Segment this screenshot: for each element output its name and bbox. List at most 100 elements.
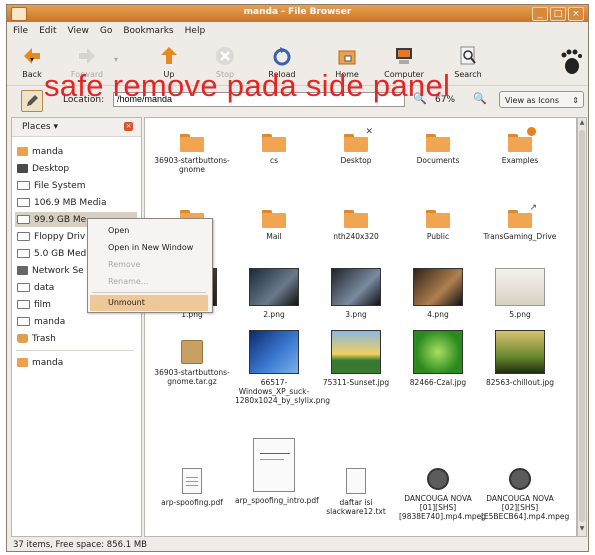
menu-item-open-new-window[interactable]: Open in New Window [90, 240, 208, 256]
sidebar-item-desktop[interactable]: Desktop [17, 161, 69, 176]
menu-go[interactable]: Go [100, 26, 112, 36]
file-icon-view[interactable]: 36903-startbuttons-gnome cs ✕ Desktop Do… [144, 117, 577, 537]
file-item[interactable]: Documents [399, 134, 477, 165]
file-item[interactable]: daftar isi slackware12.txt [317, 468, 395, 516]
scroll-down-arrow-icon[interactable]: ▼ [578, 525, 586, 535]
sidebar-item-manda[interactable]: manda [17, 144, 63, 159]
drive-icon [17, 215, 30, 224]
sidebar-item-106mb-media[interactable]: 106.9 MB Media [17, 195, 106, 210]
file-name: DANCOUGA NOVA [01][SHS][9838E740].mp4.mp… [399, 494, 487, 521]
menu-item-rename[interactable]: Rename... [90, 274, 208, 290]
image-thumbnail [249, 268, 299, 306]
file-item[interactable]: arp_spoofing_intro.pdf [235, 438, 319, 505]
file-item[interactable]: cs [235, 134, 313, 165]
sidebar-item-label: File System [34, 180, 86, 191]
vertical-scrollbar[interactable]: ▲ ▼ [577, 117, 587, 537]
pdf-file-icon [253, 438, 295, 492]
file-item[interactable]: DANCOUGA NOVA [02][SHS][E5BECB64].mp4.mp… [481, 468, 569, 521]
places-sidebar: Places ▾ × manda Desktop File System 106… [11, 117, 142, 537]
menu-file[interactable]: File [13, 26, 28, 36]
drive-icon [17, 283, 30, 292]
menu-item-label: Open [108, 226, 130, 235]
file-item[interactable]: ✕ Desktop [317, 128, 395, 166]
file-item[interactable]: 2.png [235, 268, 313, 319]
file-item[interactable]: nth240x320 [317, 210, 395, 241]
close-sidebar-icon[interactable]: × [124, 122, 133, 131]
view-mode-value: View as Icons [505, 96, 560, 105]
sidebar-item-network[interactable]: Network Se [17, 263, 84, 278]
file-item[interactable]: Public [399, 210, 477, 241]
up-arrow-icon [161, 47, 177, 64]
sidebar-item-trash[interactable]: Trash [17, 331, 56, 346]
video-file-icon [427, 468, 449, 490]
file-name: 75311-Sunset.jpg [322, 378, 390, 387]
title-bar[interactable]: manda - File Browser _ □ × [7, 5, 588, 22]
image-thumbnail [413, 268, 463, 306]
file-item[interactable]: Mail [235, 210, 313, 241]
file-item[interactable]: ↗ TransGaming_Drive [481, 204, 559, 242]
folder-icon [17, 147, 28, 156]
image-thumbnail [331, 268, 381, 306]
sidebar-item-label: manda [32, 146, 64, 157]
sidebar-item-label: 106.9 MB Media [34, 197, 107, 208]
forward-history-dropdown[interactable]: ▾ [111, 55, 121, 64]
drive-icon [17, 317, 30, 326]
floppy-icon [17, 232, 30, 241]
minimize-button[interactable]: _ [532, 7, 548, 21]
file-item[interactable]: 75311-Sunset.jpg [317, 330, 395, 387]
file-item[interactable]: 82563-chillout.jpg [481, 330, 559, 387]
file-item[interactable]: DANCOUGA NOVA [01][SHS][9838E740].mp4.mp… [399, 468, 486, 521]
sidebar-item-5gb-media[interactable]: 5.0 GB Med [17, 246, 86, 261]
home-icon [338, 50, 356, 65]
menu-edit[interactable]: Edit [39, 26, 56, 36]
places-label: Places [22, 122, 51, 132]
places-dropdown[interactable]: Places ▾ [22, 122, 58, 132]
file-item[interactable]: 36903-startbuttons-gnome [153, 134, 231, 174]
file-item[interactable]: 5.png [481, 268, 559, 319]
view-mode-select[interactable]: View as Icons ⇕ [499, 91, 584, 108]
toggle-location-edit-button[interactable] [21, 90, 43, 112]
scrollbar-thumb[interactable] [579, 130, 585, 522]
drive-icon [17, 249, 30, 258]
folder-icon [17, 358, 28, 367]
scroll-up-arrow-icon[interactable]: ▲ [578, 119, 586, 129]
search-button[interactable]: Search [443, 45, 493, 79]
file-item[interactable]: 36903-startbuttons-gnome.tar.gz [153, 340, 231, 386]
sidebar-item-floppy[interactable]: Floppy Driv [17, 229, 85, 244]
maximize-button[interactable]: □ [550, 7, 566, 21]
file-name: Documents [416, 156, 460, 165]
file-name: 2.png [263, 310, 285, 319]
menu-item-remove[interactable]: Remove [90, 257, 208, 273]
sidebar-item-data[interactable]: data [17, 280, 54, 295]
desktop-icon [17, 164, 28, 173]
menu-view[interactable]: View [68, 26, 89, 36]
file-item[interactable]: Examples [481, 127, 559, 165]
menu-bookmarks[interactable]: Bookmarks [123, 26, 173, 36]
folder-icon [344, 210, 368, 228]
menu-item-open[interactable]: Open [90, 223, 208, 239]
archive-icon [181, 340, 203, 364]
file-item[interactable]: 4.png [399, 268, 477, 319]
sidebar-item-label: 99.9 GB Me [34, 214, 87, 225]
back-history-dropdown[interactable]: ▾ [27, 55, 37, 64]
sidebar-item-manda-drive[interactable]: manda [17, 314, 65, 329]
menu-item-unmount[interactable]: Unmount [90, 295, 208, 311]
file-item[interactable]: 82466-Czal.jpg [399, 330, 477, 387]
zoom-in-icon[interactable]: 🔍 [473, 92, 487, 105]
menu-help[interactable]: Help [185, 26, 206, 36]
image-thumbnail [495, 268, 545, 306]
file-item[interactable]: arp-spoofing.pdf [153, 468, 231, 507]
annotation-overlay-text: safe remove pada side panel [44, 68, 451, 103]
file-item[interactable]: 3.png [317, 268, 395, 319]
file-item[interactable]: 66517-Windows_XP_suck-1280x1024_by_slyli… [235, 330, 330, 405]
file-name: daftar isi slackware12.txt [326, 498, 386, 516]
file-name: cs [269, 156, 279, 165]
stop-icon [216, 47, 234, 65]
sidebar-item-film[interactable]: film [17, 297, 51, 312]
drive-icon [17, 300, 30, 309]
file-name: nth240x320 [333, 232, 379, 241]
close-button[interactable]: × [568, 7, 584, 21]
file-name: 5.png [509, 310, 531, 319]
sidebar-item-file-system[interactable]: File System [17, 178, 85, 193]
sidebar-item-bookmark-manda[interactable]: manda [17, 355, 63, 370]
